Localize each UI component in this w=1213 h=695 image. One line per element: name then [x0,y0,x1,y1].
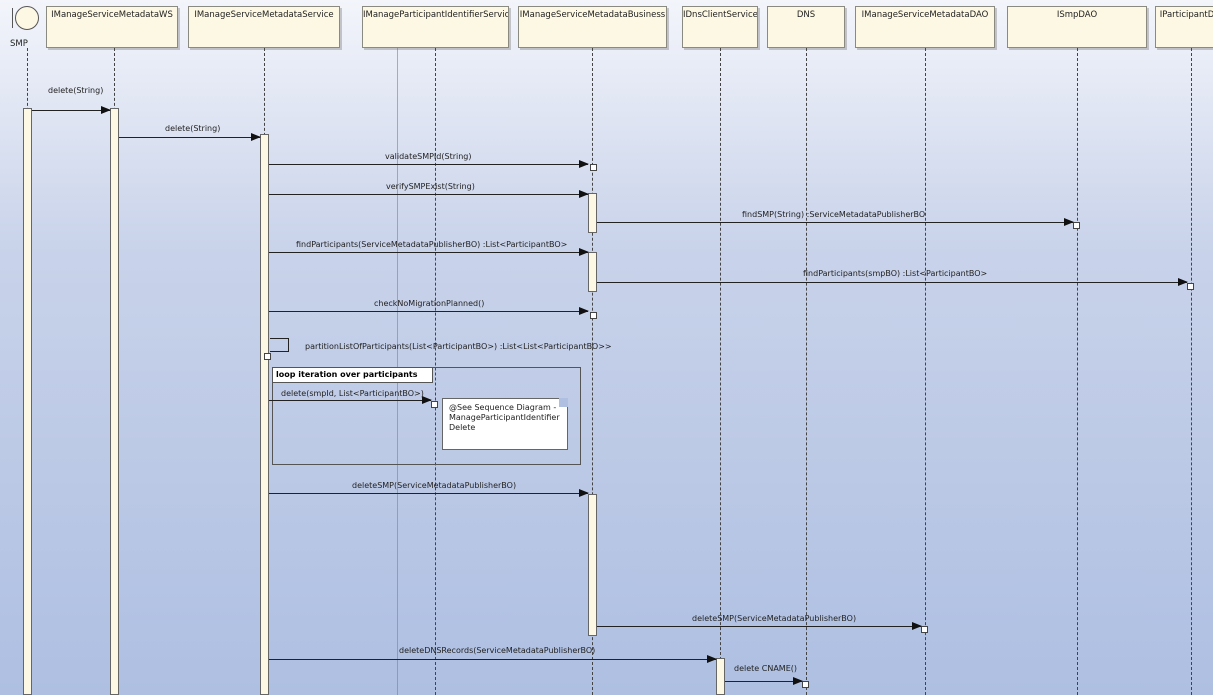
lifeline-6 [925,48,926,695]
activation-service [260,134,269,695]
return-marker [264,353,271,360]
message-label-0: delete(String) [48,86,104,95]
return-marker [1073,222,1080,229]
message-label-6: findParticipants(smpBO) :List<Participan… [803,269,988,278]
note-line-1: @See Sequence Diagram - [449,403,557,412]
message-label-8: partitionListOfParticipants(List<Partici… [305,342,612,351]
lifeline-header-7[interactable]: ISmpDAO [1007,6,1147,48]
note-line-2: ManageParticipantIdentifier [449,413,560,422]
activation-ws [110,108,119,695]
message-arrow-13 [725,677,803,685]
activation-business-2 [588,252,597,292]
return-marker [921,626,928,633]
lifeline-header-1[interactable]: IManageServiceMetadataService [188,6,340,48]
message-label-12: deleteDNSRecords(ServiceMetadataPublishe… [399,646,596,655]
return-marker [802,681,809,688]
actor-boundary-icon [12,8,13,28]
sequence-diagram-canvas: SMP IManageServiceMetadataWS IManageServ… [0,0,1213,695]
message-arrow-10 [269,489,589,497]
message-label-11: deleteSMP(ServiceMetadataPublisherBO) [692,614,857,623]
message-arrow-1 [119,133,261,141]
message-label-2: validateSMPId(String) [385,152,472,161]
activation-smp [23,108,32,695]
lifeline-5 [806,48,807,695]
activation-business-1 [588,193,597,233]
message-label-3: verifySMPExist(String) [386,182,475,191]
message-label-9: delete(smpId, List<ParticipantBO>) [281,389,424,398]
lifeline-header-6[interactable]: IManageServiceMetadataDAO [855,6,995,48]
actor-smp-icon [15,6,39,30]
message-label-5: findParticipants(ServiceMetadataPublishe… [296,240,568,249]
message-arrow-2 [269,160,589,168]
self-message-loop [270,338,289,352]
return-marker [1187,283,1194,290]
message-arrow-11 [597,622,922,630]
lifeline-header-3[interactable]: IManageServiceMetadataBusiness [518,6,667,48]
message-arrow-3 [269,190,589,198]
lifeline-header-4[interactable]: IDnsClientService [682,6,758,48]
lifeline-header-0[interactable]: IManageServiceMetadataWS [46,6,178,48]
activation-business-3 [588,494,597,636]
message-arrow-5 [269,248,589,256]
message-arrow-0 [32,106,111,114]
return-marker [590,312,597,319]
lifeline-7 [1077,48,1078,695]
lifeline-header-5[interactable]: DNS [767,6,845,48]
message-label-10: deleteSMP(ServiceMetadataPublisherBO) [352,481,517,490]
note-line-3: Delete [449,423,476,432]
message-arrow-7 [269,307,589,315]
loop-fragment-label: loop iteration over participants [273,368,433,383]
note: @See Sequence Diagram - ManageParticipan… [442,398,568,450]
message-label-13: delete CNAME() [734,664,797,673]
message-arrow-6 [597,278,1188,286]
lifeline-header-8[interactable]: IParticipantD [1155,6,1213,48]
message-label-7: checkNoMigrationPlanned() [374,299,485,308]
lifeline-8 [1191,48,1192,695]
message-arrow-12 [269,655,717,663]
message-arrow-9 [269,396,432,404]
message-arrow-4 [597,218,1074,226]
actor-smp-label: SMP [10,39,28,49]
lifeline-header-2[interactable]: IManageParticipantIdentifierService [362,6,509,48]
activation-dnsclient [716,658,725,695]
message-label-1: delete(String) [165,124,221,133]
message-label-4: findSMP(String) :ServiceMetadataPublishe… [742,210,926,219]
return-marker [590,164,597,171]
lifeline-4 [720,48,721,695]
